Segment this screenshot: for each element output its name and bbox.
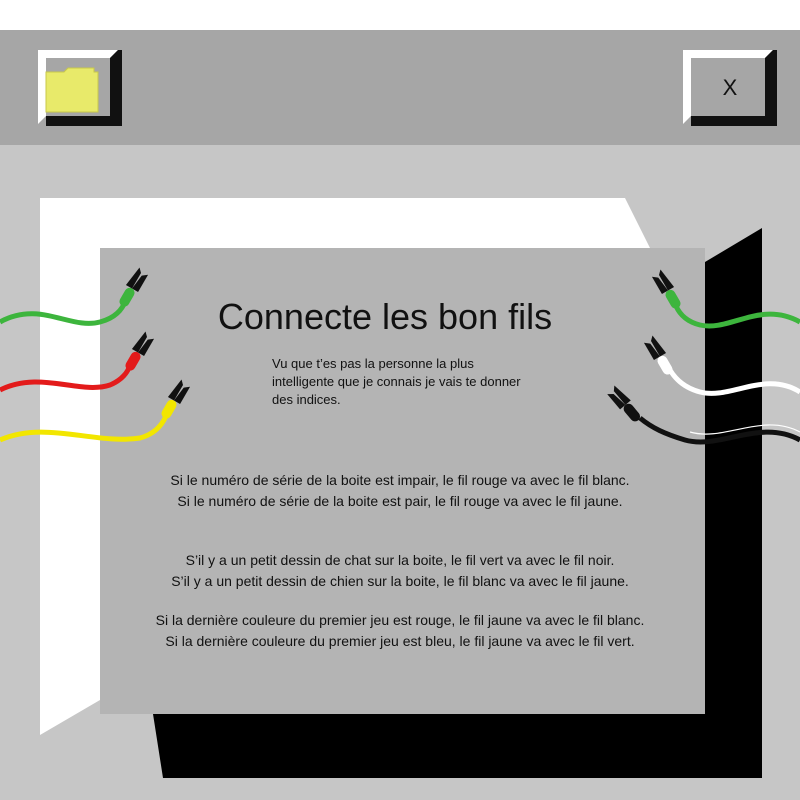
rules-list: Si le numéro de série de la boite est im… [100, 470, 700, 649]
rule-line: Si la dernière couleure du premier jeu e… [165, 633, 635, 649]
alligator-clip-icon [125, 331, 155, 371]
alligator-clip-icon [607, 385, 641, 422]
rule-line: S’il y a un petit dessin de chat sur la … [185, 552, 615, 568]
left-wire-green[interactable] [0, 266, 149, 326]
alligator-clip-icon [119, 267, 149, 307]
rule-line: Si le numéro de série de la boite est im… [170, 472, 630, 488]
alligator-clip-icon [161, 379, 191, 419]
left-wire-red[interactable] [0, 330, 155, 393]
puzzle-title: Connecte les bon fils [217, 296, 553, 337]
rule-line: Si la dernière couleure du premier jeu e… [155, 612, 645, 628]
rule-line: S’il y a un petit dessin de chien sur la… [171, 573, 629, 589]
puzzle-subtitle: Vu que t’es pas la personne la plus inte… [272, 356, 521, 407]
rule-group-color: Si la dernière couleure du premier jeu e… [100, 610, 700, 652]
right-wire-white[interactable] [643, 334, 800, 396]
alligator-clip-icon [643, 335, 673, 375]
alligator-clip-icon [651, 269, 681, 309]
rule-line: Si le numéro de série de la boite est pa… [177, 493, 623, 509]
right-wire-green[interactable] [651, 268, 800, 329]
rule-group-drawing: S’il y a un petit dessin de chat sur la … [100, 550, 700, 592]
rule-group-serial: Si le numéro de série de la boite est im… [100, 470, 700, 512]
